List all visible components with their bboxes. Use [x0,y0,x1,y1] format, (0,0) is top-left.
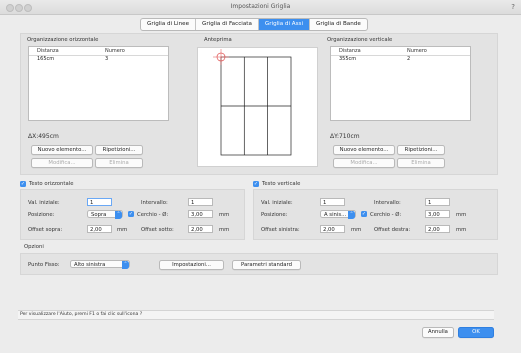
horizontal-distance-list[interactable]: Distanza Numero 165cm 3 [28,46,169,121]
chevron-updown-icon: ⌃ [115,211,122,219]
ok-button[interactable]: OK [458,327,494,338]
v-offset-left-label: Offset sinistra: [261,227,300,233]
v-initial-value-input[interactable]: 1 [320,198,345,206]
h-offset-bottom-label: Offset sotto: [141,227,174,233]
tab-band-grid[interactable]: Griglia di Bande [310,19,367,30]
fixed-point-label: Punto Fisso: [28,262,60,268]
column-header-number[interactable]: Numero [105,47,125,55]
delta-y-total: ΔY:710cm [330,133,360,140]
tab-facade-grid[interactable]: Griglia di Facciata [196,19,259,30]
v-offset-right-input[interactable]: 2,00 [425,225,450,233]
grid-preview [197,47,318,167]
h-circle-label: Cerchio - Ø: [137,212,169,218]
distance-cell: 165cm [37,56,55,62]
repetitions-button-h[interactable]: Ripetizioni... [95,145,143,155]
h-position-label: Posizione: [28,212,55,218]
text-horizontal-title: Testo orizzontale [29,181,74,187]
v-offset-right-unit: mm [456,227,467,233]
repetitions-button-v[interactable]: Ripetizioni... [397,145,445,155]
delete-button-v[interactable]: Elimina [397,158,445,168]
h-offset-top-unit: mm [117,227,128,233]
text-vertical-checkbox[interactable]: ✓ [253,181,259,187]
status-bar: Per visualizzare l'Aiuto, premi F1 o fai… [18,310,494,320]
fixed-point-value: Alto sinistra [74,262,106,268]
vertical-distance-list[interactable]: Distanza Numero 355cm 2 [330,46,471,121]
v-offset-left-input[interactable]: 2,00 [320,225,345,233]
standard-parameters-button[interactable]: Parametri standard [232,260,301,270]
window-title: Impostazioni Griglia [230,3,291,10]
v-circle-input[interactable]: 3,00 [425,210,450,218]
v-circle-unit: mm [456,212,467,218]
table-row[interactable]: 165cm 3 [29,56,168,63]
delta-x-total: ΔX:495cm [28,133,59,140]
grid-preview-drawing [213,49,292,156]
fixed-point-select[interactable]: Alto sinistra ⌃ [70,260,130,269]
new-element-button-h[interactable]: Nuovo elemento... [31,145,93,155]
h-position-value: Sopra [91,212,107,218]
h-initial-value-input[interactable]: 1 [87,198,112,206]
h-offset-top-input[interactable]: 2,00 [87,225,112,233]
delete-button-h[interactable]: Elimina [95,158,143,168]
table-row[interactable]: 355cm 2 [331,56,470,63]
h-offset-bottom-input[interactable]: 2,00 [188,225,213,233]
status-hint: Per visualizzare l'Aiuto, premi F1 o fai… [20,312,143,317]
v-offset-right-label: Offset destra: [374,227,411,233]
v-interval-label: Intervallo: [374,200,401,206]
column-header-distance[interactable]: Distanza [29,47,105,55]
v-position-value: A sinis... [324,212,347,218]
v-circle-checkbox[interactable]: ✓ [361,211,367,217]
cancel-button[interactable]: Annulla [422,327,454,338]
column-header-number[interactable]: Numero [407,47,427,55]
chevron-updown-icon: ⌃ [348,211,355,219]
v-initial-value-label: Val. iniziale: [261,200,293,206]
v-circle-label: Cerchio - Ø: [370,212,402,218]
h-circle-input[interactable]: 3,00 [188,210,213,218]
text-horizontal-checkbox[interactable]: ✓ [20,181,26,187]
vertical-org-title: Organizzazione verticale [327,37,393,43]
preview-title: Anteprima [204,37,232,43]
v-interval-input[interactable]: 1 [425,198,450,206]
tab-bar: Griglia di Linee Griglia di Facciata Gri… [140,18,368,31]
v-position-select[interactable]: A sinis... ⌃ [320,210,356,219]
h-offset-bottom-unit: mm [219,227,230,233]
tab-axis-grid[interactable]: Griglia di Assi [258,19,311,30]
column-header-distance[interactable]: Distanza [331,47,407,55]
h-interval-input[interactable]: 1 [188,198,213,206]
distance-cell: 355cm [339,56,357,62]
new-element-button-v[interactable]: Nuovo elemento... [333,145,395,155]
edit-button-v[interactable]: Modifica... [333,158,395,168]
v-position-label: Posizione: [261,212,288,218]
settings-button[interactable]: Impostazioni... [159,260,224,270]
title-bar: Impostazioni Griglia ? [0,0,521,15]
options-title: Opzioni [24,244,44,250]
h-circle-checkbox[interactable]: ✓ [128,211,134,217]
help-icon[interactable]: ? [511,3,515,11]
v-offset-left-unit: mm [351,227,362,233]
edit-button-h[interactable]: Modifica... [31,158,93,168]
h-position-select[interactable]: Sopra ⌃ [87,210,123,219]
h-initial-value-label: Val. iniziale: [28,200,60,206]
h-circle-unit: mm [219,212,230,218]
h-interval-label: Intervallo: [141,200,168,206]
horizontal-org-title: Organizzazione orizzontale [27,37,99,43]
number-cell: 2 [407,56,411,62]
text-vertical-title: Testo verticale [262,181,301,187]
number-cell: 3 [105,56,109,62]
tab-line-grid[interactable]: Griglia di Linee [141,19,197,30]
h-offset-top-label: Offset sopra: [28,227,63,233]
chevron-updown-icon: ⌃ [122,261,129,269]
